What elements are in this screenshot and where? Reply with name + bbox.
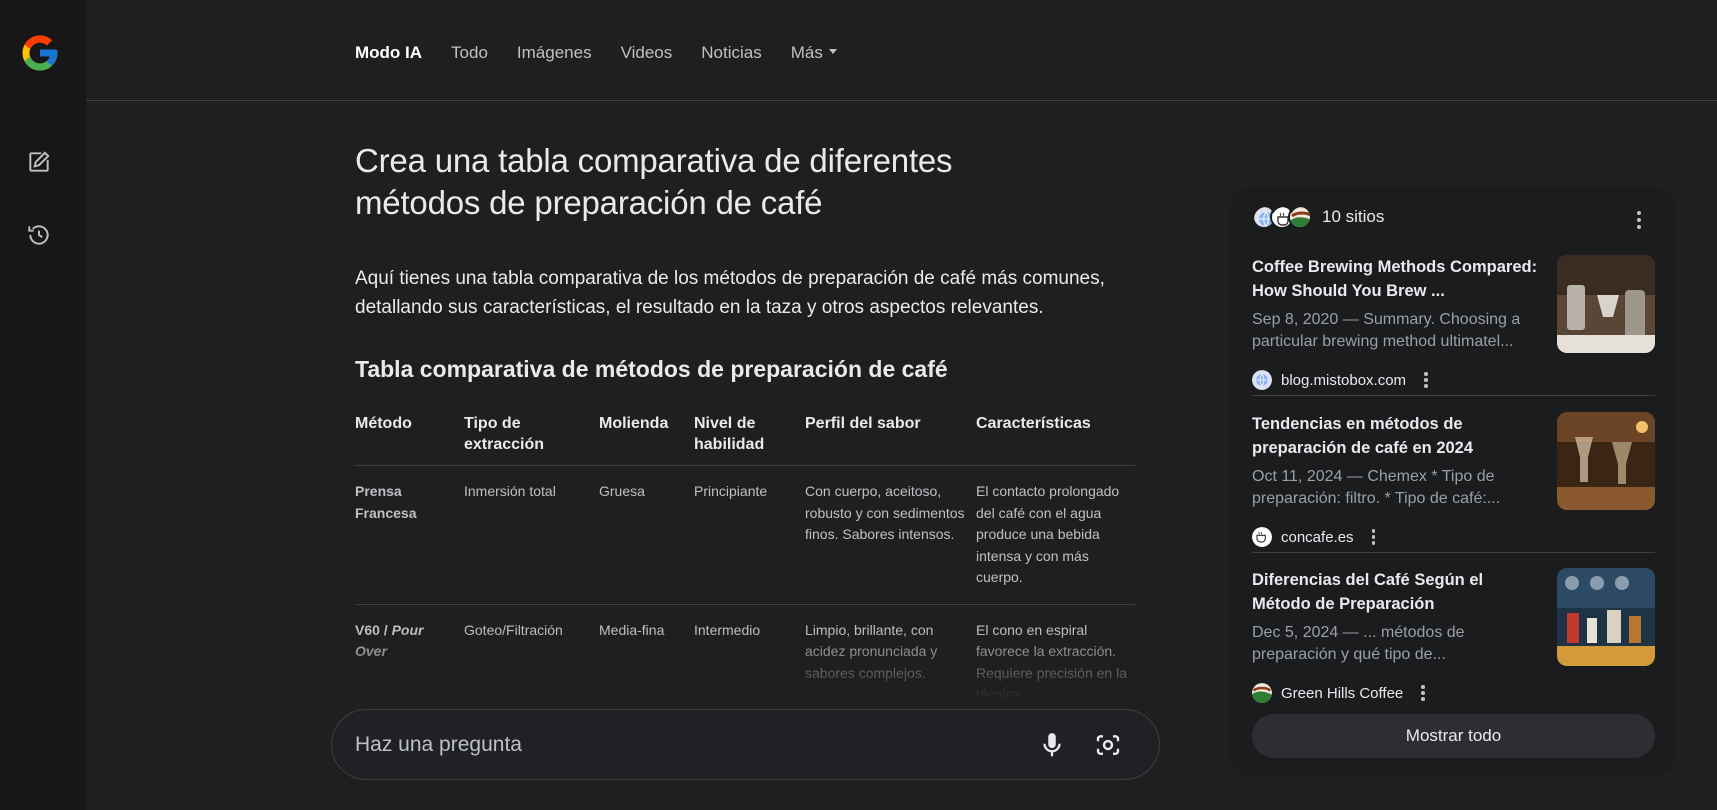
source-site[interactable]: Green Hills Coffee [1252,683,1425,703]
tab-images[interactable]: Imágenes [517,43,592,63]
query-heading: Crea una tabla comparativa de diferentes… [355,142,953,221]
tab-videos[interactable]: Videos [621,43,673,63]
more-options-icon[interactable] [1421,685,1425,701]
caret-down-icon [828,49,837,55]
source-site-name: blog.mistobox.com [1281,371,1407,389]
table-cell: Intermedio [694,604,805,700]
source-card[interactable]: Coffee Brewing Methods Compared: How Sho… [1252,255,1655,401]
table-header-cell: Nivel de habilidad [694,413,805,466]
source-site-name: Green Hills Coffee [1281,684,1404,702]
card-divider [1252,552,1655,553]
sources-count: 10 sitios [1322,207,1385,226]
greenhills-favicon-icon [1252,683,1272,703]
tab-all[interactable]: Todo [451,43,488,63]
table-cell: Gruesa [599,465,694,605]
table-cell: Con cuerpo, aceitoso, robusto y con sedi… [805,465,976,605]
google-g-icon[interactable] [19,32,61,74]
source-site[interactable]: concafe.es [1252,527,1376,547]
source-snippet: Dec 5, 2024 — ... métodos de preparación… [1252,624,1465,663]
ai-answer: Crea una tabla comparativa de diferentes… [355,140,1135,700]
greenhills-favicon-icon [1288,205,1312,229]
table-cell-method: V60 / Pour Over [355,604,464,700]
edit-icon [29,151,50,172]
tab-more-label: Más [790,43,823,62]
table-cell: Goteo/Filtración [464,604,599,700]
table-cell-method: Prensa Francesa [355,465,464,605]
table-cell: El cono en espiral favorece la extracció… [976,604,1135,700]
source-snippet: Sep 8, 2020 — Summary. Choosing a partic… [1252,311,1521,350]
ask-placeholder: Haz una pregunta [355,733,522,756]
table-cell: Media-fina [599,604,694,700]
source-snippet: Oct 11, 2024 — Chemex * Tipo de preparac… [1252,468,1501,507]
tab-news[interactable]: Noticias [701,43,761,63]
table-header-cell: Tipo de extracción [464,413,599,466]
table-header-row: Método Tipo de extracción Molienda Nivel… [355,413,1135,466]
left-rail [0,0,86,810]
more-options-icon[interactable] [1424,372,1428,388]
source-title[interactable]: Tendencias en métodos de preparación de … [1252,412,1542,460]
source-title[interactable]: Coffee Brewing Methods Compared: How Sho… [1252,255,1542,303]
comparison-table: Método Tipo de extracción Molienda Nivel… [355,413,1135,700]
concafe-favicon-icon [1252,527,1272,547]
source-title[interactable]: Diferencias del Café Según el Método de … [1252,568,1542,616]
more-options-icon[interactable] [1637,211,1641,229]
new-chat-button[interactable] [22,145,56,179]
search-tabs: Modo IA Todo Imágenes Videos Noticias Má… [355,43,866,63]
source-thumbnail[interactable] [1557,568,1655,666]
source-site-name: concafe.es [1281,528,1354,546]
top-navigation: Modo IA Todo Imágenes Videos Noticias Má… [86,0,1717,101]
table-header-cell: Perfil del sabor [805,413,976,466]
source-card[interactable]: Diferencias del Café Según el Método de … [1252,568,1655,714]
ask-input[interactable]: Haz una pregunta [331,709,1160,780]
table-row: V60 / Pour Over Goteo/Filtración Media-f… [355,604,1135,700]
source-thumbnail[interactable] [1557,255,1655,353]
source-thumbnail[interactable] [1557,412,1655,510]
answer-intro: Aquí tienes una tabla comparativa de los… [355,268,1105,318]
camera-lens-icon[interactable] [1092,730,1124,760]
table-header-cell: Características [976,413,1135,466]
table-cell: Inmersión total [464,465,599,605]
mic-icon[interactable] [1037,730,1067,760]
tab-more[interactable]: Más [791,43,837,63]
table-title: Tabla comparativa de métodos de preparac… [355,356,948,382]
table-cell: Limpio, brillante, con acidez pronunciad… [805,604,976,700]
source-card[interactable]: Tendencias en métodos de preparación de … [1252,412,1655,558]
table-header-cell: Molienda [599,413,694,466]
table-header-cell: Método [355,413,464,466]
more-options-icon[interactable] [1371,529,1376,545]
table-row: Prensa Francesa Inmersión total Gruesa P… [355,465,1135,605]
table-cell: El contacto prolongado del café con el a… [976,465,1135,605]
history-icon [28,225,49,245]
card-divider [1252,395,1655,396]
source-site[interactable]: blog.mistobox.com [1252,370,1428,390]
history-button[interactable] [22,218,56,252]
method-text: V60 / [355,621,392,638]
method-text: Prensa Francesa [355,483,417,521]
table-cell: Principiante [694,465,805,605]
sources-panel: 10 sitios Coffee Brewing Methods Compare… [1230,187,1675,776]
show-all-button[interactable]: Mostrar todo [1252,714,1655,758]
tab-ai-mode[interactable]: Modo IA [355,43,422,63]
globe-favicon-icon [1252,370,1272,390]
sources-header[interactable]: 10 sitios [1252,205,1384,229]
